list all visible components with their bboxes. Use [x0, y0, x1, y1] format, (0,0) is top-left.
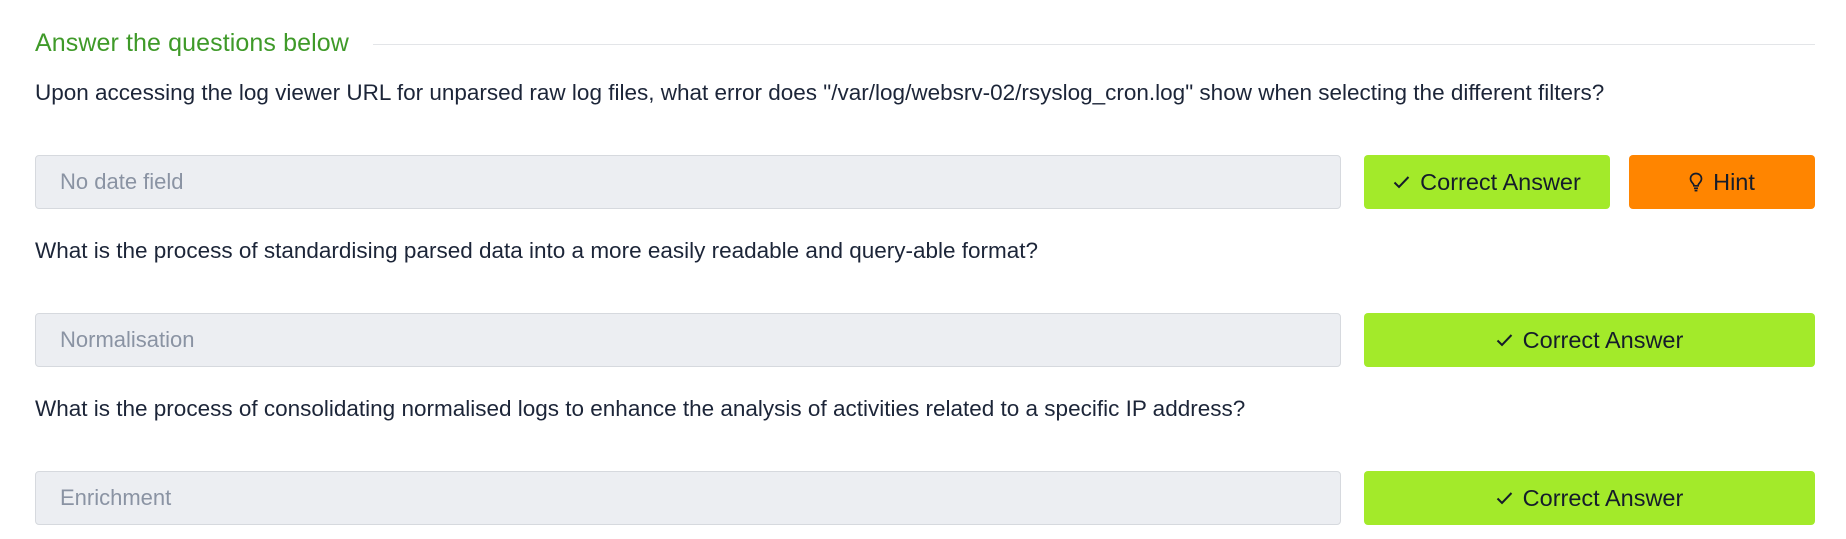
question-3-answer-field[interactable]: Enrichment: [35, 471, 1341, 525]
correct-answer-label: Correct Answer: [1420, 168, 1581, 195]
question-3-correct-answer-button[interactable]: Correct Answer: [1364, 471, 1815, 525]
correct-answer-label: Correct Answer: [1522, 484, 1684, 511]
check-icon: [1496, 491, 1513, 505]
question-1-answer-field[interactable]: No date field: [35, 155, 1341, 209]
question-2-text: What is the process of standardising par…: [35, 238, 1039, 263]
correct-answer-label: Correct Answer: [1522, 326, 1684, 353]
lightbulb-icon: [1689, 172, 1703, 192]
question-2-correct-answer-button[interactable]: Correct Answer: [1364, 313, 1815, 367]
check-icon: [1496, 333, 1513, 347]
question-1-correct-answer-button[interactable]: Correct Answer: [1364, 155, 1610, 209]
question-1-text: Upon accessing the log viewer URL for un…: [35, 80, 1605, 105]
check-icon: [1393, 175, 1410, 189]
section-title: Answer the questions below: [35, 28, 349, 57]
section-header: Answer the questions below: [35, 26, 1815, 60]
question-2-answer-field[interactable]: Normalisation: [35, 313, 1341, 367]
section-divider: [372, 43, 1815, 45]
hint-label: Hint: [1713, 168, 1755, 195]
question-1-hint-button[interactable]: Hint: [1629, 155, 1815, 209]
question-3-text: What is the process of consolidating nor…: [35, 396, 1246, 421]
